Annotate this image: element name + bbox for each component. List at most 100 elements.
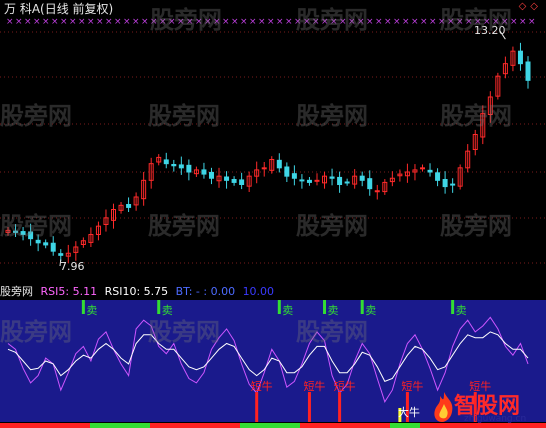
marker-x: × [222, 17, 230, 27]
buy-signal-label: 短牛 [401, 379, 423, 393]
marker-x: × [15, 17, 23, 27]
signal-strip-segment [0, 423, 90, 428]
candle-body [208, 171, 214, 179]
candle-body [374, 190, 380, 193]
sell-signal-label: 卖 [328, 304, 339, 317]
candle-body [367, 178, 373, 190]
candle-body [525, 61, 531, 81]
marker-x: × [114, 17, 122, 27]
candle-body [239, 179, 245, 186]
candle-body [171, 164, 177, 167]
marker-x: × [42, 17, 50, 27]
marker-x: × [429, 17, 437, 27]
marker-x: × [24, 17, 32, 27]
sell-signal-bar [81, 300, 85, 314]
stock-chart: × × × × × × × × × × × × × × × × × × × × × × × × × × × × × × × × × × × × × × × ×… [0, 17, 546, 428]
marker-x: × [330, 17, 338, 27]
marker-x: × [150, 17, 158, 27]
marker-x: × [438, 17, 446, 27]
marker-x: × [510, 17, 518, 27]
top-markers: × × × × × × × × × × × × × × × × × × × × × × × × × × × × × × × × × × × × × × × ×… [6, 17, 536, 27]
candle-body [427, 169, 433, 173]
marker-x: × [411, 17, 419, 27]
buy-signal-bar [338, 392, 342, 422]
marker-x: × [366, 17, 374, 27]
marker-x: × [321, 17, 329, 27]
chart-title: 万 科A(日线 前复权) [4, 2, 114, 16]
candle-body [359, 175, 365, 181]
marker-x: × [96, 17, 104, 27]
signal-strip-segment [150, 423, 240, 428]
marker-x: × [276, 17, 284, 27]
sell-signal-label: 卖 [282, 304, 293, 317]
site-logo: 智股网 zhiguwang.cn [432, 388, 544, 426]
marker-x: × [69, 17, 77, 27]
candle-body [344, 181, 350, 184]
candle-body [201, 169, 207, 175]
candle-body [276, 159, 282, 169]
marker-x: × [393, 17, 401, 27]
sell-signal-label: 卖 [456, 304, 467, 317]
candle-body [126, 204, 132, 208]
marker-x: × [375, 17, 383, 27]
rsi5-value: RSI5: 5.11 [40, 285, 98, 298]
marker-x: × [132, 17, 140, 27]
indicator-name: 股旁网 [0, 285, 33, 298]
big-bull-label: 大牛 [398, 405, 420, 419]
marker-x: × [519, 17, 527, 27]
marker-x: × [195, 17, 203, 27]
bt-value: BT: - : 0.00 [175, 285, 236, 298]
marker-x: × [51, 17, 59, 27]
marker-x: × [465, 17, 473, 27]
marker-x: × [258, 17, 266, 27]
signal-strip-segment [390, 423, 420, 428]
sell-signal-bar [157, 300, 161, 314]
marker-x: × [249, 17, 257, 27]
flame-icon [434, 392, 453, 422]
marker-x: × [357, 17, 365, 27]
diamond-markers-icon: ◇◇ [518, 1, 542, 12]
sell-signal-bar [323, 300, 327, 314]
candle-body [43, 242, 49, 246]
buy-signal-label: 短牛 [251, 379, 273, 393]
marker-x: × [186, 17, 194, 27]
marker-x: × [285, 17, 293, 27]
candle-body [35, 239, 41, 244]
candle-body [442, 179, 448, 188]
marker-x: × [528, 17, 536, 27]
bt2-value: 10.00 [242, 285, 275, 298]
low-price-label: 7.96 [60, 260, 85, 273]
signal-strip-segment [90, 423, 150, 428]
signal-strip-segment [300, 423, 390, 428]
marker-x: × [420, 17, 428, 27]
marker-x: × [240, 17, 248, 27]
marker-x: × [78, 17, 86, 27]
marker-x: × [204, 17, 212, 27]
sell-signal-bar [277, 300, 281, 314]
marker-x: × [87, 17, 95, 27]
candle-body [419, 167, 425, 170]
candle-body [186, 164, 192, 173]
logo-url: zhiguwang.cn [464, 414, 527, 424]
candle-body [435, 172, 441, 181]
marker-x: × [339, 17, 347, 27]
candle-body [261, 167, 267, 170]
signal-strip-segment [240, 423, 300, 428]
candle-body [13, 230, 19, 233]
candlestick-series [5, 30, 531, 267]
price-grid [0, 31, 546, 264]
marker-x: × [6, 17, 14, 27]
marker-x: × [123, 17, 131, 27]
marker-x: × [33, 17, 41, 27]
candle-body [291, 173, 297, 179]
candle-body [329, 176, 335, 179]
candle-body [178, 164, 184, 169]
indicator-header: 股旁网 RSI5: 5.11 RSI10: 5.75 BT: - : 0.00 … [0, 285, 278, 299]
marker-x: × [384, 17, 392, 27]
sell-signal-label: 卖 [365, 304, 376, 317]
buy-signal-label: 短牛 [303, 379, 325, 393]
buy-signal-bar [307, 392, 311, 422]
marker-x: × [456, 17, 464, 27]
candle-body [337, 176, 343, 186]
marker-x: × [267, 17, 275, 27]
